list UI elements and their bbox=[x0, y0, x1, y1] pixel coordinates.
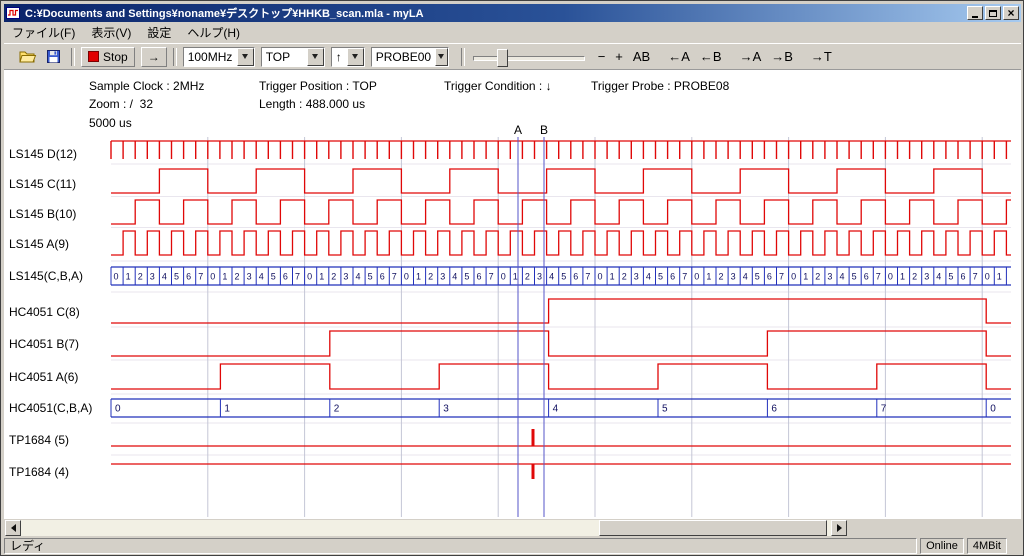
zoom-text: Zoom : / 32 bbox=[89, 97, 153, 111]
slider-track bbox=[473, 56, 585, 61]
toolbar-separator bbox=[71, 48, 75, 66]
menu-view[interactable]: 表示(V) bbox=[83, 22, 139, 43]
scroll-left-button[interactable] bbox=[5, 520, 21, 536]
trigger-probe-value: PROBE00 bbox=[372, 48, 435, 66]
dropdown-arrow-icon[interactable] bbox=[307, 48, 324, 66]
run-button[interactable]: → bbox=[141, 47, 167, 67]
stop-icon bbox=[88, 51, 99, 62]
sample-rate-value: 100MHz bbox=[184, 48, 237, 66]
length-text: Length : 488.000 us bbox=[259, 97, 365, 111]
ab-button[interactable]: AB bbox=[628, 47, 655, 67]
sample-rate-select[interactable]: 100MHz bbox=[183, 47, 255, 67]
stop-label: Stop bbox=[103, 50, 128, 64]
status-message: レディ bbox=[4, 538, 917, 554]
scroll-track[interactable] bbox=[21, 520, 831, 536]
zoom-out-button[interactable]: − bbox=[593, 47, 611, 67]
left-arrow-icon bbox=[11, 524, 16, 532]
trigger-probe-select[interactable]: PROBE00 bbox=[371, 47, 449, 67]
minimize-icon bbox=[972, 16, 978, 18]
status-memory: 4MBit bbox=[967, 538, 1007, 554]
logic-analyzer-icon bbox=[6, 6, 21, 20]
trigger-position-value: TOP bbox=[262, 48, 307, 66]
title-bar: C:¥Documents and Settings¥noname¥デスクトップ¥… bbox=[4, 4, 1021, 22]
stop-button[interactable]: Stop bbox=[81, 47, 135, 67]
run-arrow-icon: → bbox=[148, 50, 160, 64]
minimize-button[interactable] bbox=[967, 6, 983, 20]
menu-file[interactable]: ファイル(F) bbox=[4, 22, 83, 43]
trigger-condition-text: Trigger Condition : ↓ bbox=[444, 79, 552, 93]
status-bar: レディ Online 4MBit bbox=[4, 538, 1021, 554]
scroll-strip bbox=[4, 519, 1021, 537]
toolbar-separator bbox=[461, 48, 465, 66]
goto-trigger-button[interactable]: →T bbox=[806, 47, 837, 67]
dropdown-arrow-icon[interactable] bbox=[347, 48, 364, 66]
close-button[interactable]: × bbox=[1003, 6, 1019, 20]
maximize-icon bbox=[989, 10, 997, 17]
menu-bar: ファイル(F) 表示(V) 設定 ヘルプ(H) bbox=[4, 23, 1021, 42]
toolbar-separator bbox=[173, 48, 177, 66]
save-button[interactable] bbox=[42, 47, 65, 67]
sample-clock-text: Sample Clock : 2MHz bbox=[89, 79, 204, 93]
cursor-b-right-button[interactable]: →B bbox=[766, 47, 798, 67]
scroll-thumb[interactable] bbox=[599, 520, 827, 536]
dropdown-arrow-icon[interactable] bbox=[435, 48, 448, 66]
cursor-b-left-button[interactable]: ←B bbox=[695, 47, 727, 67]
status-online: Online bbox=[920, 538, 964, 554]
window-controls: × bbox=[967, 6, 1019, 20]
trigger-position-select[interactable]: TOP bbox=[261, 47, 325, 67]
trigger-probe-text: Trigger Probe : PROBE08 bbox=[591, 79, 729, 93]
window-title: C:¥Documents and Settings¥noname¥デスクトップ¥… bbox=[25, 5, 967, 21]
toolbar: Stop → 100MHz TOP ↑ PROBE00 − + AB bbox=[4, 43, 1021, 69]
zoom-slider[interactable] bbox=[473, 47, 585, 67]
zoom-in-button[interactable]: + bbox=[610, 47, 628, 67]
dropdown-arrow-icon[interactable] bbox=[237, 48, 254, 66]
main-panel: Sample Clock : 2MHz Trigger Position : T… bbox=[4, 69, 1021, 519]
right-arrow-icon bbox=[837, 524, 842, 532]
trigger-edge-value: ↑ bbox=[332, 48, 347, 66]
close-icon: × bbox=[1007, 7, 1014, 19]
cursor-a-right-button[interactable]: →A bbox=[735, 47, 767, 67]
menu-help[interactable]: ヘルプ(H) bbox=[179, 22, 248, 43]
cursor-a-left-button[interactable]: ←A bbox=[663, 47, 695, 67]
horizontal-scrollbar[interactable] bbox=[5, 520, 847, 536]
save-floppy-icon bbox=[47, 50, 60, 63]
open-button[interactable] bbox=[14, 47, 42, 67]
maximize-button[interactable] bbox=[985, 6, 1001, 20]
open-folder-icon bbox=[19, 50, 37, 63]
slider-thumb[interactable] bbox=[497, 49, 508, 67]
menu-settings[interactable]: 設定 bbox=[139, 22, 179, 43]
trigger-position-text: Trigger Position : TOP bbox=[259, 79, 377, 93]
app-window: C:¥Documents and Settings¥noname¥デスクトップ¥… bbox=[0, 0, 1024, 556]
scroll-right-button[interactable] bbox=[831, 520, 847, 536]
app-icon[interactable] bbox=[6, 6, 21, 20]
trigger-edge-select[interactable]: ↑ bbox=[331, 47, 365, 67]
